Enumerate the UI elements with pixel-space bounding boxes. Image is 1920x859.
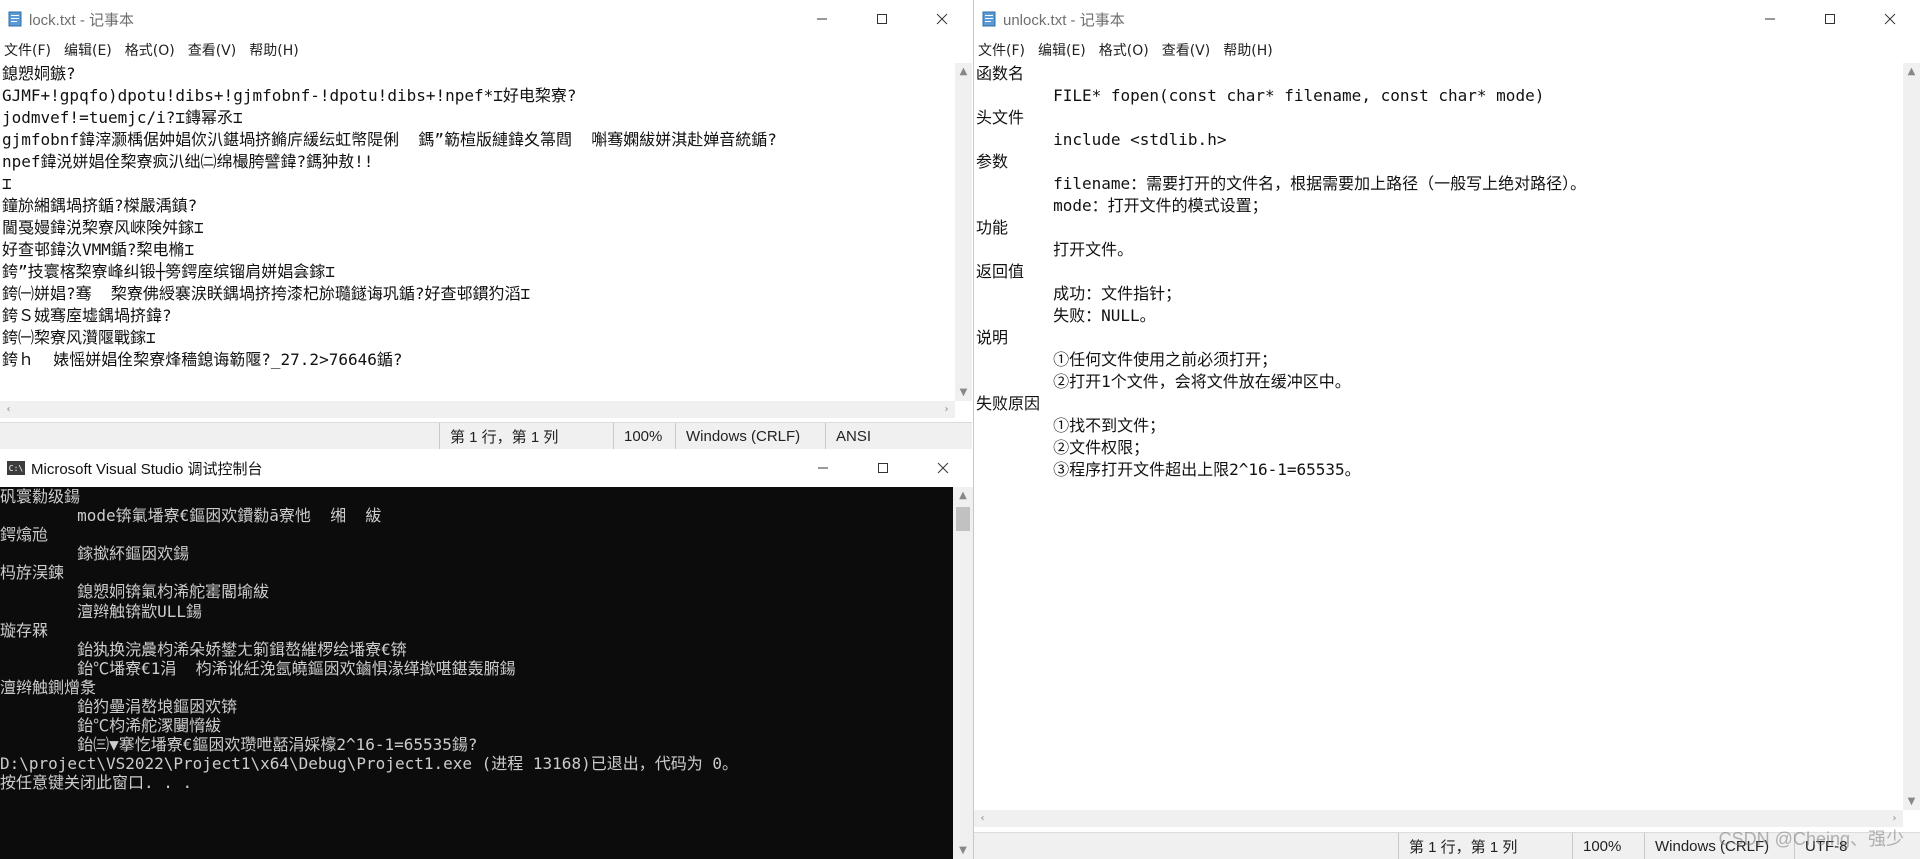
menu-format[interactable]: 格式(O) [1095,40,1155,60]
console-icon: C:\ [7,461,25,475]
unlock-notepad-window: unlock.txt - 记事本 文件(F) 编辑(E) 格式(O) 查看(V)… [974,0,1920,859]
unlock-vertical-scrollbar[interactable]: ▲ ▼ [1903,63,1920,810]
close-icon[interactable] [913,449,973,487]
unlock-titlebar[interactable]: unlock.txt - 记事本 [974,0,1920,38]
lock-file-content: 鎴愬姛鏃? GJMF+!gpqfo)dpotu!dibs+!gjmfobnf-!… [2,64,777,369]
unlock-text-area[interactable]: 函数名 FILE* fopen(const char* filename, co… [974,63,1903,810]
menu-view[interactable]: 查看(V) [184,40,243,60]
lock-window-title: lock.txt - 记事本 [29,11,135,29]
maximize-icon[interactable] [852,0,912,38]
lock-text-area[interactable]: 鎴愬姛鏃? GJMF+!gpqfo)dpotu!dibs+!gjmfobnf-!… [0,63,955,401]
menu-help[interactable]: 帮助(H) [245,40,304,60]
status-position: 第 1 行，第 1 列 [439,423,613,449]
menu-file[interactable]: 文件(F) [0,40,57,60]
status-line-ending: Windows (CRLF) [675,423,825,449]
unlock-file-content: 函数名 FILE* fopen(const char* filename, co… [976,64,1587,479]
lock-titlebar[interactable]: lock.txt - 记事本 [0,0,972,38]
console-output-area[interactable]: 矾寰勬级鍚 mode锛氭墦寮€鏂囦欢鐨勬ā寮忚 缃 紱 鍔熻兘 鎵撳紑鏂囦欢鍚 … [0,487,953,859]
unlock-window-title: unlock.txt - 记事本 [1003,11,1125,29]
minimize-icon[interactable] [1740,0,1800,38]
scroll-up-icon[interactable]: ▲ [955,63,972,80]
csdn-watermark: CSDN @Cheing、强少 [1718,829,1904,849]
maximize-icon[interactable] [1800,0,1860,38]
lock-notepad-window: lock.txt - 记事本 文件(F) 编辑(E) 格式(O) 查看(V) 帮… [0,0,972,449]
scroll-up-icon[interactable]: ▲ [1903,63,1920,80]
lock-menubar: 文件(F) 编辑(E) 格式(O) 查看(V) 帮助(H) [0,38,972,62]
scroll-left-icon[interactable]: ‹ [974,810,991,827]
console-output: 矾寰勬级鍚 mode锛氭墦寮€鏂囦欢鐨勬ā寮忚 缃 紱 鍔熻兘 鎵撳紑鏂囦欢鍚 … [0,487,738,793]
menu-help[interactable]: 帮助(H) [1219,40,1278,60]
unlock-menubar: 文件(F) 编辑(E) 格式(O) 查看(V) 帮助(H) [974,38,1920,62]
close-icon[interactable] [1860,0,1920,38]
scroll-left-icon[interactable]: ‹ [0,401,17,418]
notepad-icon [7,11,23,27]
console-window-title: Microsoft Visual Studio 调试控制台 [31,460,263,478]
lock-vertical-scrollbar[interactable]: ▲ ▼ [955,63,972,401]
scroll-down-icon[interactable]: ▼ [955,384,972,401]
notepad-icon [981,11,997,27]
scroll-right-icon[interactable]: › [938,401,955,418]
scroll-down-icon[interactable]: ▼ [953,842,973,859]
scroll-thumb[interactable] [956,507,970,531]
minimize-icon[interactable] [793,449,853,487]
status-zoom: 100% [1572,833,1644,859]
menu-file[interactable]: 文件(F) [974,40,1031,60]
debug-console-window: C:\ Microsoft Visual Studio 调试控制台 矾寰勬级鍚 … [0,449,973,859]
menu-format[interactable]: 格式(O) [121,40,181,60]
menu-view[interactable]: 查看(V) [1158,40,1217,60]
menu-edit[interactable]: 编辑(E) [60,40,118,60]
scroll-down-icon[interactable]: ▼ [1903,793,1920,810]
close-icon[interactable] [912,0,972,38]
lock-horizontal-scrollbar[interactable]: ‹ › [0,401,955,418]
status-position: 第 1 行，第 1 列 [1398,833,1572,859]
lock-statusbar: 第 1 行，第 1 列 100% Windows (CRLF) ANSI [0,422,972,449]
console-icon-label: C:\ [8,463,24,473]
scroll-up-icon[interactable]: ▲ [953,487,973,504]
minimize-icon[interactable] [792,0,852,38]
console-titlebar[interactable]: C:\ Microsoft Visual Studio 调试控制台 [0,449,973,487]
menu-edit[interactable]: 编辑(E) [1034,40,1092,60]
console-vertical-scrollbar[interactable]: ▲ ▼ [953,487,973,859]
maximize-icon[interactable] [853,449,913,487]
status-encoding: ANSI [825,423,972,449]
